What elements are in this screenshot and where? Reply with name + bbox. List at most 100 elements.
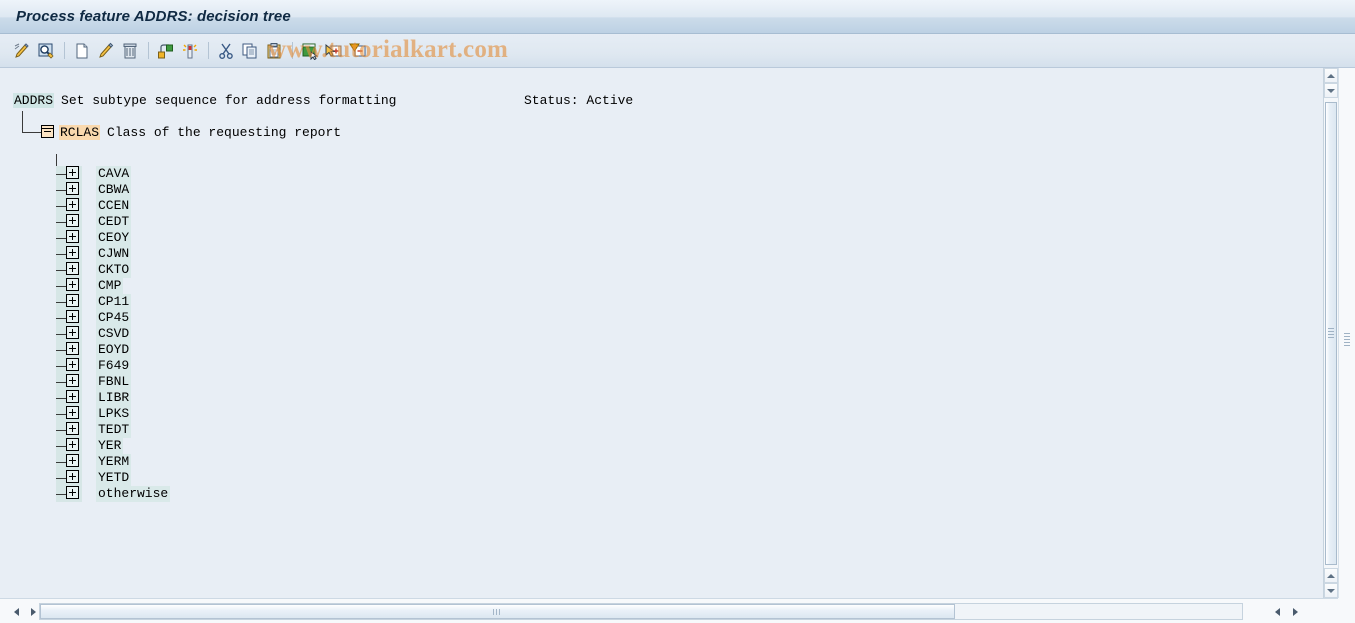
- scroll-left-button-right[interactable]: [1269, 603, 1285, 620]
- tree-child-row[interactable]: YETD: [0, 470, 1323, 486]
- tree-child-row[interactable]: CKTO: [0, 262, 1323, 278]
- expand-plus-icon[interactable]: [66, 214, 79, 227]
- triangle-up-icon: [1327, 573, 1335, 578]
- insert-node-icon[interactable]: [299, 40, 321, 62]
- tree-child-row[interactable]: EOYD: [0, 342, 1323, 358]
- vertical-scrollbar[interactable]: [1323, 68, 1338, 598]
- tree-child-row[interactable]: LIBR: [0, 390, 1323, 406]
- tree-child-label[interactable]: LIBR: [96, 390, 132, 406]
- folder-open-icon[interactable]: [41, 125, 54, 138]
- create-icon[interactable]: [71, 40, 93, 62]
- copy-icon[interactable]: [239, 40, 261, 62]
- horizontal-scroll-track[interactable]: [39, 603, 1243, 620]
- expand-plus-icon[interactable]: [66, 182, 79, 195]
- horizontal-scroll-thumb[interactable]: [40, 604, 955, 619]
- expand-plus-icon[interactable]: [66, 486, 79, 499]
- display-search-icon[interactable]: [35, 40, 57, 62]
- collapse-node-icon[interactable]: [347, 40, 369, 62]
- expand-plus-icon[interactable]: [66, 470, 79, 483]
- tree-child-label[interactable]: YETD: [96, 470, 132, 486]
- structure-icon[interactable]: [155, 40, 177, 62]
- tree-child-label[interactable]: otherwise: [96, 486, 171, 502]
- expand-plus-icon[interactable]: [66, 406, 79, 419]
- expand-node-icon[interactable]: [323, 40, 345, 62]
- tree-child-row[interactable]: CEOY: [0, 230, 1323, 246]
- tree-child-row[interactable]: TEDT: [0, 422, 1323, 438]
- tree-child-row[interactable]: FBNL: [0, 374, 1323, 390]
- window-resize-corner[interactable]: [1338, 598, 1355, 623]
- tree-child-label[interactable]: YER: [96, 438, 124, 454]
- tree-child-row[interactable]: CP45: [0, 310, 1323, 326]
- expand-plus-icon[interactable]: [66, 166, 79, 179]
- tree-connector: [56, 414, 66, 415]
- tree-connector: [56, 430, 66, 431]
- tree-child-row[interactable]: CJWN: [0, 246, 1323, 262]
- field-node-key[interactable]: RCLAS: [59, 125, 101, 140]
- expand-plus-icon[interactable]: [66, 390, 79, 403]
- tree-child-label[interactable]: CEDT: [96, 214, 132, 230]
- tree-child-row[interactable]: YERM: [0, 454, 1323, 470]
- tree-connector: [56, 382, 66, 383]
- splitter-grip[interactable]: [1344, 333, 1350, 347]
- root-key[interactable]: ADDRS: [13, 93, 55, 108]
- expand-plus-icon[interactable]: [66, 198, 79, 211]
- vertical-scroll-thumb[interactable]: [1325, 102, 1337, 565]
- scroll-right-button-right[interactable]: [1287, 603, 1303, 620]
- horizontal-scrollbar[interactable]: [0, 598, 1355, 623]
- tree-child-row[interactable]: CP11: [0, 294, 1323, 310]
- tree-child-label[interactable]: CEOY: [96, 230, 132, 246]
- expand-plus-icon[interactable]: [66, 358, 79, 371]
- triangle-left-icon: [13, 607, 19, 616]
- change-icon[interactable]: [95, 40, 117, 62]
- tree-child-row[interactable]: YER: [0, 438, 1323, 454]
- tree-child-label[interactable]: LPKS: [96, 406, 132, 422]
- scroll-up-button-bottom[interactable]: [1324, 568, 1338, 583]
- tree-child-row[interactable]: CMP: [0, 278, 1323, 294]
- expand-plus-icon[interactable]: [66, 246, 79, 259]
- delete-icon[interactable]: [119, 40, 141, 62]
- test-feature-icon[interactable]: [11, 40, 33, 62]
- tree-child-label[interactable]: CKTO: [96, 262, 132, 278]
- tree-child-label[interactable]: CMP: [96, 278, 124, 294]
- expand-plus-icon[interactable]: [66, 326, 79, 339]
- tree-child-label[interactable]: F649: [96, 358, 132, 374]
- paste-icon[interactable]: [263, 40, 285, 62]
- tree-child-row[interactable]: LPKS: [0, 406, 1323, 422]
- expand-plus-icon[interactable]: [66, 438, 79, 451]
- expand-plus-icon[interactable]: [66, 342, 79, 355]
- tree-child-label[interactable]: CBWA: [96, 182, 132, 198]
- expand-plus-icon[interactable]: [66, 422, 79, 435]
- tree-child-row[interactable]: CSVD: [0, 326, 1323, 342]
- tree-field-node-row[interactable]: RCLAS Class of the requesting report: [0, 111, 1323, 142]
- tree-root-row[interactable]: ADDRS Set subtype sequence for address fo…: [0, 92, 1323, 110]
- expand-plus-icon[interactable]: [66, 454, 79, 467]
- tree-child-row[interactable]: CCEN: [0, 198, 1323, 214]
- generate-icon[interactable]: [179, 40, 201, 62]
- cut-icon[interactable]: [215, 40, 237, 62]
- expand-plus-icon[interactable]: [66, 310, 79, 323]
- tree-child-label[interactable]: TEDT: [96, 422, 132, 438]
- tree-child-label[interactable]: CSVD: [96, 326, 132, 342]
- scroll-down-button-bottom[interactable]: [1324, 583, 1338, 598]
- tree-child-label[interactable]: YERM: [96, 454, 132, 470]
- tree-child-label[interactable]: CCEN: [96, 198, 132, 214]
- tree-child-label[interactable]: EOYD: [96, 342, 132, 358]
- tree-child-label[interactable]: CP11: [96, 294, 132, 310]
- tree-child-label[interactable]: CP45: [96, 310, 132, 326]
- tree-child-row[interactable]: CBWA: [0, 182, 1323, 198]
- scroll-down-button[interactable]: [1324, 83, 1338, 98]
- tree-child-row[interactable]: otherwise: [0, 486, 1323, 502]
- expand-plus-icon[interactable]: [66, 230, 79, 243]
- tree-child-row[interactable]: CEDT: [0, 214, 1323, 230]
- tree-child-label[interactable]: FBNL: [96, 374, 132, 390]
- tree-child-row[interactable]: F649: [0, 358, 1323, 374]
- tree-child-row[interactable]: CAVA: [0, 166, 1323, 182]
- tree-child-label[interactable]: CJWN: [96, 246, 132, 262]
- expand-plus-icon[interactable]: [66, 294, 79, 307]
- expand-plus-icon[interactable]: [66, 374, 79, 387]
- expand-plus-icon[interactable]: [66, 278, 79, 291]
- scroll-left-button[interactable]: [8, 603, 24, 620]
- expand-plus-icon[interactable]: [66, 262, 79, 275]
- tree-child-label[interactable]: CAVA: [96, 166, 132, 182]
- scroll-up-button[interactable]: [1324, 68, 1338, 83]
